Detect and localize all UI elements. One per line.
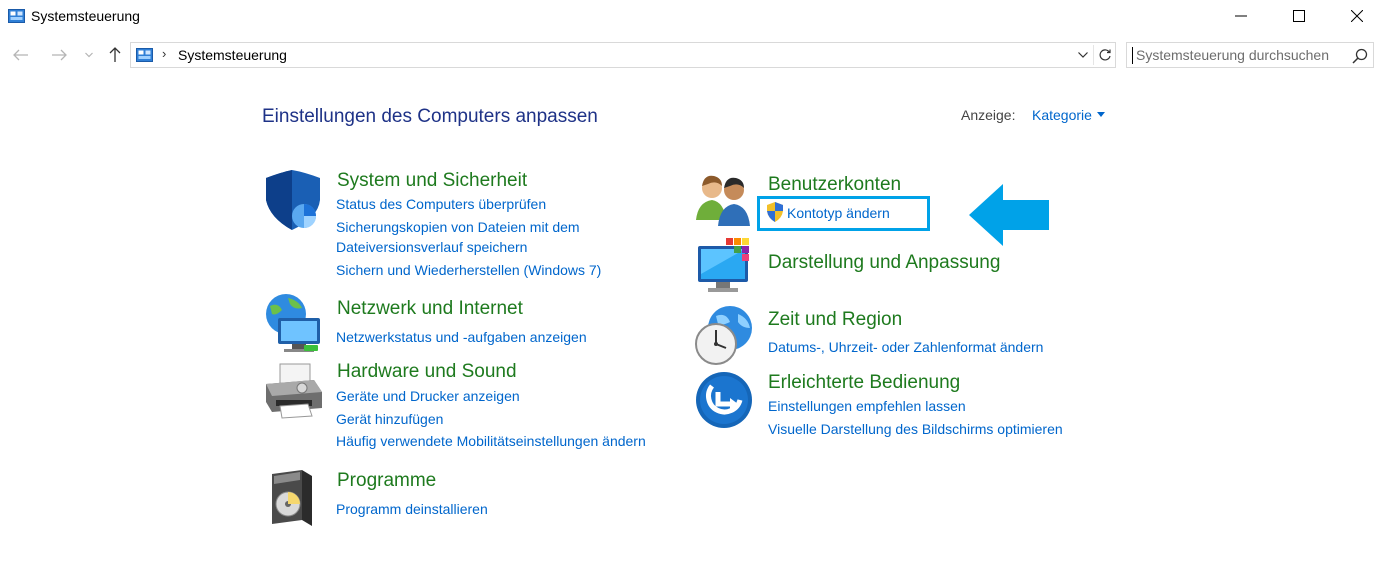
chevron-down-icon	[1078, 52, 1088, 58]
link-devices-printers[interactable]: Geräte und Drucker anzeigen	[336, 388, 520, 404]
refresh-button[interactable]	[1093, 45, 1115, 65]
page-title: Einstellungen des Computers anpassen	[262, 106, 598, 127]
network-globe-icon[interactable]	[262, 292, 324, 354]
link-add-device[interactable]: Gerät hinzufügen	[336, 411, 443, 427]
arrow-left-indicator-icon	[969, 184, 1049, 246]
programs-icon[interactable]	[262, 468, 324, 530]
up-button[interactable]	[104, 44, 126, 66]
caret-down-icon[interactable]	[1096, 111, 1105, 117]
category-clock-title[interactable]: Zeit und Region	[768, 309, 902, 331]
category-system-title[interactable]: System und Sicherheit	[337, 170, 527, 192]
category-appearance-title[interactable]: Darstellung und Anpassung	[768, 252, 1000, 274]
link-mobility-settings[interactable]: Häufig verwendete Mobilitätseinstellunge…	[336, 433, 646, 449]
breadcrumb-separator[interactable]: ›	[162, 46, 166, 61]
search-input[interactable]	[1136, 47, 1341, 63]
address-dropdown-button[interactable]	[1075, 47, 1091, 63]
arrow-up-icon	[109, 47, 121, 62]
window-title: Systemsteuerung	[31, 8, 140, 24]
category-programs-title[interactable]: Programme	[337, 470, 436, 492]
link-backup-line1[interactable]: Sicherungskopien von Dateien mit dem	[336, 219, 580, 235]
recent-locations-button[interactable]	[82, 44, 96, 66]
minimize-button[interactable]	[1218, 0, 1264, 32]
title-bar: Systemsteuerung	[0, 0, 1385, 34]
link-uninstall-program[interactable]: Programm deinstallieren	[336, 501, 488, 517]
search-box[interactable]	[1126, 42, 1374, 68]
category-accounts-title[interactable]: Benutzerkonten	[768, 174, 901, 196]
ease-of-access-icon[interactable]	[694, 370, 756, 432]
category-network-title[interactable]: Netzwerk und Internet	[337, 298, 523, 320]
navigation-bar: › Systemsteuerung	[0, 38, 1385, 72]
text-cursor	[1132, 47, 1133, 64]
link-backup-restore[interactable]: Sichern und Wiederherstellen (Windows 7)	[336, 262, 601, 278]
arrow-right-icon	[52, 49, 67, 61]
clock-globe-icon[interactable]	[694, 304, 756, 366]
close-button[interactable]	[1334, 0, 1380, 32]
link-recommend-settings[interactable]: Einstellungen empfehlen lassen	[768, 398, 966, 414]
link-optimize-display[interactable]: Visuelle Darstellung des Bildschirms opt…	[768, 421, 1063, 437]
back-button[interactable]	[10, 44, 32, 66]
breadcrumb-systemsteuerung[interactable]: Systemsteuerung	[178, 47, 287, 63]
users-icon[interactable]	[694, 170, 756, 232]
view-label: Anzeige:	[961, 107, 1016, 123]
refresh-icon	[1099, 49, 1111, 61]
view-dropdown[interactable]: Kategorie	[1032, 107, 1105, 123]
search-icon[interactable]	[1351, 47, 1369, 65]
link-backup-line2[interactable]: Dateiversionsverlauf speichern	[336, 239, 527, 255]
monitor-colors-icon[interactable]	[694, 236, 756, 298]
maximize-icon	[1293, 10, 1305, 22]
close-icon	[1351, 10, 1363, 22]
maximize-button[interactable]	[1276, 0, 1322, 32]
link-date-format[interactable]: Datums-, Uhrzeit- oder Zahlenformat ände…	[768, 339, 1043, 355]
link-status-computer[interactable]: Status des Computers überprüfen	[336, 196, 546, 212]
category-hardware-title[interactable]: Hardware und Sound	[337, 361, 517, 383]
address-bar[interactable]: › Systemsteuerung	[130, 42, 1116, 68]
chevron-down-icon	[85, 52, 93, 58]
link-change-account-type[interactable]: Kontotyp ändern	[787, 205, 890, 221]
view-dropdown-value[interactable]: Kategorie	[1032, 107, 1092, 123]
uac-shield-icon	[767, 202, 783, 222]
shield-icon[interactable]	[262, 170, 324, 232]
arrow-left-icon	[13, 49, 28, 61]
control-panel-icon	[8, 9, 25, 23]
minimize-icon	[1235, 15, 1247, 17]
printer-icon[interactable]	[262, 362, 324, 424]
category-access-title[interactable]: Erleichterte Bedienung	[768, 372, 960, 394]
link-network-status[interactable]: Netzwerkstatus und -aufgaben anzeigen	[336, 329, 587, 345]
forward-button[interactable]	[48, 44, 70, 66]
control-panel-icon	[136, 48, 153, 62]
